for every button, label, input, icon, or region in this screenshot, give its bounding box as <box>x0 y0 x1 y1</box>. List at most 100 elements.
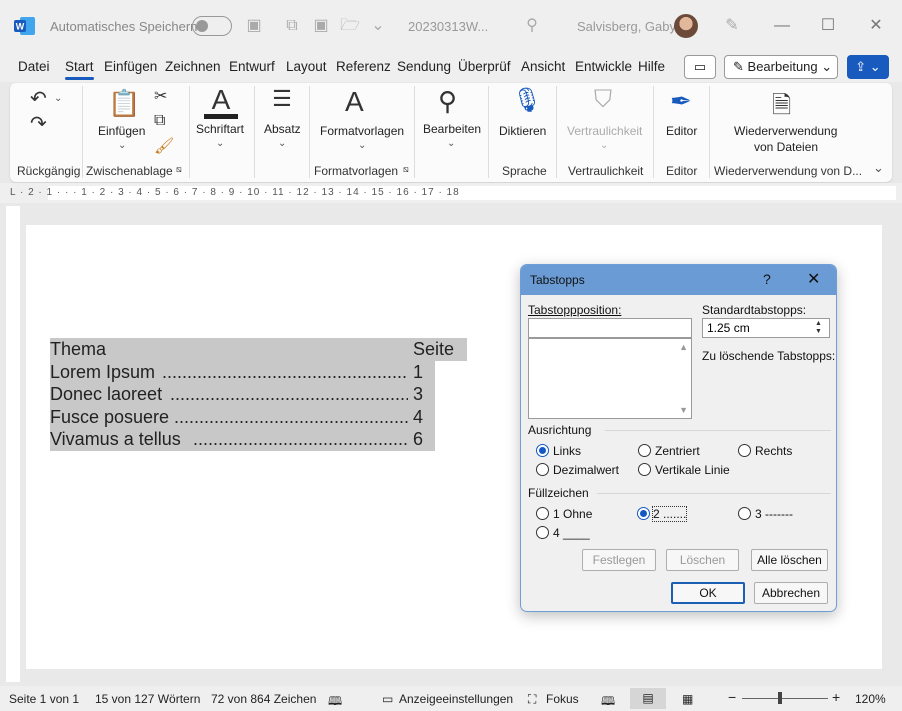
autosave-toggle[interactable] <box>192 16 232 36</box>
close-icon[interactable]: ✕ <box>864 14 888 38</box>
list-scroll-up-icon[interactable]: ▲ <box>679 342 688 352</box>
tab-entwurf[interactable]: Entwurf <box>229 59 275 74</box>
ribbon-collapse-icon[interactable]: ⌄ <box>873 160 884 176</box>
styles-chevron-icon[interactable]: ⌄ <box>358 140 366 151</box>
align-bar-radio[interactable] <box>638 463 651 476</box>
copy-icon[interactable]: ⧉ <box>154 112 165 130</box>
align-left-label[interactable]: Links <box>553 444 581 458</box>
tab-ueberpruef[interactable]: Überprüf <box>458 59 511 74</box>
cancel-button[interactable]: Abbrechen <box>754 582 828 604</box>
zoom-slider-thumb[interactable] <box>778 692 782 704</box>
paragraph-label[interactable]: Absatz <box>264 122 301 136</box>
document-name[interactable]: 20230313W... <box>408 19 488 34</box>
align-decimal-label[interactable]: Dezimalwert <box>553 463 619 477</box>
align-center-radio[interactable] <box>638 444 651 457</box>
align-right-label[interactable]: Rechts <box>755 444 792 458</box>
edit-chevron-icon[interactable]: ⌄ <box>447 138 455 149</box>
cut-icon[interactable]: ✂ <box>154 86 167 106</box>
align-center-label[interactable]: Zentriert <box>655 444 700 458</box>
leader-none-radio[interactable] <box>536 507 549 520</box>
dictate-label[interactable]: Diktieren <box>499 124 546 138</box>
help-icon[interactable]: ? <box>763 271 771 287</box>
tab-sendung[interactable]: Sendung <box>397 59 451 74</box>
styles-launcher-icon[interactable]: ⧅ <box>403 164 409 175</box>
pen-icon[interactable]: ✎ <box>722 16 742 36</box>
tab-start[interactable]: Start <box>65 59 94 80</box>
align-decimal-radio[interactable] <box>536 463 549 476</box>
list-scroll-down-icon[interactable]: ▼ <box>679 405 688 415</box>
focus-icon[interactable]: ⛶ <box>528 692 536 707</box>
search-icon[interactable]: ⚲ <box>522 16 542 36</box>
font-chevron-icon[interactable]: ⌄ <box>216 138 224 149</box>
tab-layout[interactable]: Layout <box>286 59 327 74</box>
microphone-icon[interactable]: 🎙 <box>512 86 542 115</box>
vertical-ruler[interactable] <box>6 206 20 682</box>
word-count[interactable]: 15 von 127 Wörtern <box>95 692 200 706</box>
horizontal-ruler[interactable]: L · 2 · 1 · · · 1 · 2 · 3 · 4 · 5 · 6 · … <box>0 183 902 203</box>
paste-label[interactable]: Einfügen <box>98 124 145 138</box>
save-icon[interactable]: ▣ <box>244 16 264 36</box>
default-tabstops-input[interactable] <box>702 318 830 338</box>
leader-underline-radio[interactable] <box>536 526 549 539</box>
toc-header-row[interactable]: Thema Seite <box>50 338 467 361</box>
proofing-icon[interactable]: 🕮 <box>328 692 342 711</box>
paste-icon[interactable]: 📋 <box>108 88 140 119</box>
display-settings-icon[interactable]: ▭ <box>382 692 393 706</box>
set-button[interactable]: Festlegen <box>582 549 656 571</box>
comments-button[interactable]: ▭ <box>684 55 716 79</box>
focus-label[interactable]: Fokus <box>546 692 579 706</box>
tab-hilfe[interactable]: Hilfe <box>638 59 665 74</box>
char-count[interactable]: 72 von 864 Zeichen <box>211 692 316 706</box>
styles-icon[interactable]: A <box>345 86 364 118</box>
reuse-files-icon[interactable]: 🗎 <box>772 88 791 129</box>
tab-entwickle[interactable]: Entwickle <box>575 59 632 74</box>
paragraph-chevron-icon[interactable]: ⌄ <box>278 138 286 149</box>
paragraph-icon[interactable]: ☰ <box>266 86 298 112</box>
find-icon[interactable]: ⚲ <box>438 86 457 117</box>
share-button[interactable]: ⇪ ⌄ <box>847 55 889 79</box>
leader-dashes-label[interactable]: 3 ------- <box>755 507 793 521</box>
undo-chevron-icon[interactable]: ⌄ <box>54 93 62 104</box>
tab-referenz[interactable]: Referenz <box>336 59 391 74</box>
edit-label[interactable]: Bearbeiten <box>423 122 481 136</box>
display-settings-label[interactable]: Anzeigeeinstellungen <box>399 692 513 706</box>
leader-dashes-radio[interactable] <box>738 507 751 520</box>
tab-einfuegen[interactable]: Einfügen <box>104 59 157 74</box>
tab-position-input[interactable] <box>528 318 692 338</box>
font-label[interactable]: Schriftart <box>196 122 244 136</box>
clipboard-launcher-icon[interactable]: ⧅ <box>176 164 182 175</box>
undo-icon[interactable]: ↶ <box>30 86 47 111</box>
font-icon[interactable]: A <box>204 84 238 116</box>
align-right-radio[interactable] <box>738 444 751 457</box>
leader-underline-label[interactable]: 4 ____ <box>553 526 590 540</box>
editor-label[interactable]: Editor <box>666 124 697 138</box>
leader-dots-radio[interactable] <box>637 507 650 520</box>
avatar[interactable] <box>674 14 698 38</box>
table-row[interactable]: Lorem Ipsum ............................… <box>50 360 435 383</box>
table-of-contents[interactable]: Thema Seite Lorem Ipsum ................… <box>50 338 467 451</box>
page-count[interactable]: Seite 1 von 1 <box>9 692 79 706</box>
format-painter-icon[interactable]: 🖌 <box>154 136 174 156</box>
styles-label[interactable]: Formatvorlagen <box>320 124 404 138</box>
leader-dots-label[interactable]: 2 ....... <box>651 506 688 522</box>
zoom-out-icon[interactable]: − <box>728 689 736 705</box>
leader-none-label[interactable]: 1 Ohne <box>553 507 592 521</box>
user-name[interactable]: Salvisberg, Gaby <box>577 19 676 34</box>
clear-all-button[interactable]: Alle löschen <box>751 549 828 571</box>
open-folder-icon[interactable]: 🗁 <box>340 16 360 36</box>
zoom-slider-track[interactable] <box>742 698 828 699</box>
clear-button[interactable]: Löschen <box>666 549 739 571</box>
read-mode-icon[interactable]: 🕮 <box>601 692 615 711</box>
minimize-icon[interactable]: — <box>770 14 794 38</box>
zoom-in-icon[interactable]: + <box>832 689 840 705</box>
tab-position-list[interactable]: ▲ ▼ <box>528 338 692 419</box>
redo-icon[interactable]: ↷ <box>30 111 47 136</box>
editor-icon[interactable]: ✒ <box>670 86 692 117</box>
new-doc-icon[interactable]: ⧉ <box>282 16 302 36</box>
paste-chevron-icon[interactable]: ⌄ <box>118 140 126 151</box>
customize-toolbar-icon[interactable]: ⌄ <box>368 16 388 36</box>
web-layout-icon[interactable]: ▦ <box>682 692 693 706</box>
align-bar-label[interactable]: Vertikale Linie <box>655 463 730 477</box>
table-row[interactable]: Donec laoreet ..........................… <box>50 383 435 406</box>
table-row[interactable]: Vivamus a tellus .......................… <box>50 428 435 451</box>
